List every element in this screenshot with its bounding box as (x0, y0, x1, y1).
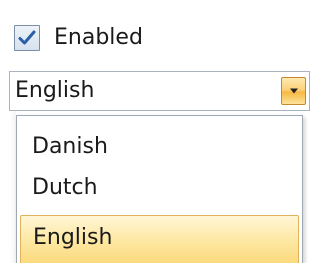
checkmark-icon (18, 30, 36, 45)
enabled-checkbox-row[interactable]: Enabled (14, 22, 143, 54)
dropdown-option-english[interactable]: English (20, 215, 299, 263)
language-select[interactable]: English (9, 71, 310, 111)
language-dropdown-list[interactable]: Danish Dutch English (16, 115, 303, 263)
dropdown-arrow-button[interactable] (281, 77, 306, 105)
dropdown-option-dutch[interactable]: Dutch (20, 168, 299, 208)
settings-panel: Enabled English Danish Dutch English (0, 0, 318, 263)
dropdown-option-danish[interactable]: Danish (20, 127, 299, 167)
language-select-value[interactable]: English (15, 72, 94, 110)
enabled-checkbox[interactable] (14, 25, 40, 51)
chevron-down-icon (289, 88, 298, 94)
enabled-checkbox-label[interactable]: Enabled (54, 27, 143, 49)
